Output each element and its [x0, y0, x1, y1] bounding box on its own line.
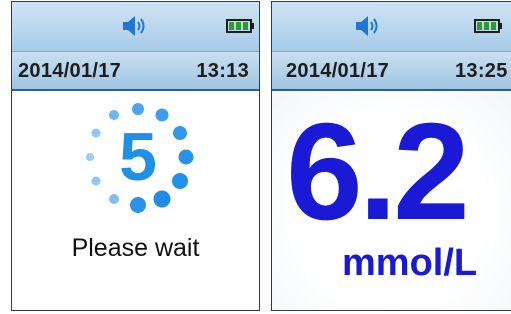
- date-time-bar: 2014/01/17 13:13: [12, 51, 259, 91]
- speaker-icon: [123, 16, 145, 36]
- battery-icon: [474, 19, 502, 33]
- date-time-bar: 2014/01/17 13:25: [272, 51, 511, 91]
- battery-icon: [226, 19, 254, 33]
- glucose-reading: 6.2: [286, 95, 470, 249]
- reading-unit: mmol/L: [342, 242, 478, 284]
- date-label: 2014/01/17: [286, 60, 390, 82]
- time-label: 13:13: [196, 60, 249, 82]
- time-label: 13:25: [455, 60, 508, 82]
- please-wait-message: Please wait: [71, 234, 200, 262]
- meter-screen-result: 2014/01/17 13:25 6.2 mmol/L: [271, 1, 511, 311]
- countdown-number: 5: [119, 119, 157, 195]
- date-label: 2014/01/17: [18, 60, 122, 82]
- status-bar: [12, 2, 259, 51]
- status-bar: [272, 2, 511, 51]
- meter-screen-waiting: 2014/01/17 13:13 5 Please wait: [11, 1, 260, 311]
- speaker-icon: [356, 16, 378, 36]
